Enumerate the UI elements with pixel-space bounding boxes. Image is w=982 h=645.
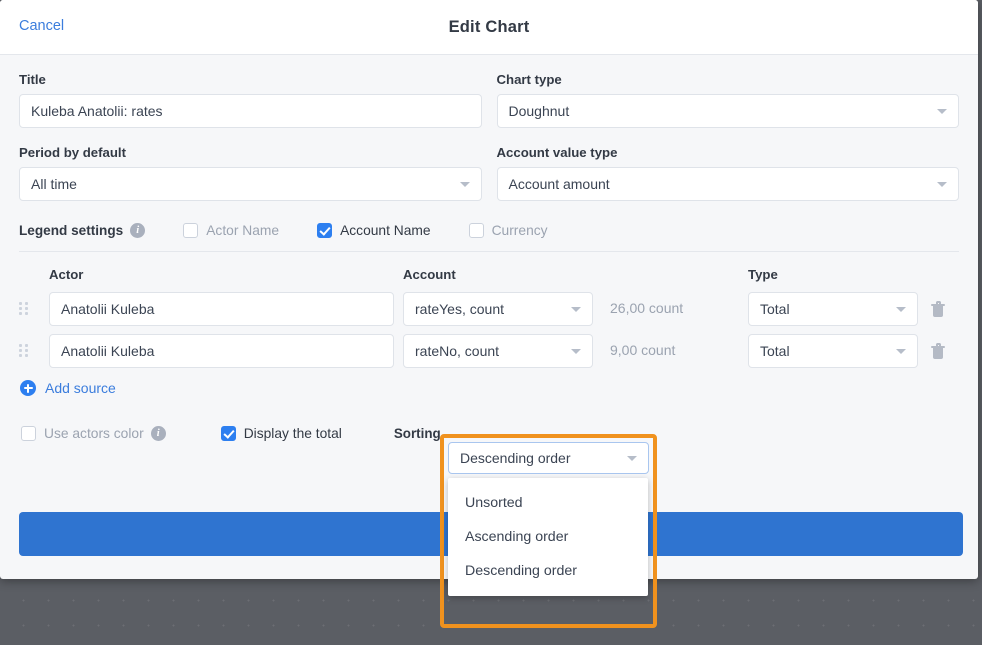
sorting-dropdown-menu: Unsorted Ascending order Descending orde… [448,478,648,596]
checkbox-actor-name[interactable]: Actor Name [183,223,279,238]
table-row: Anatolii Kuleba rateYes, count 26,00 cou… [19,288,959,330]
account-amount-value: 9,00 count [610,342,676,358]
checkbox-label: Account Name [340,223,431,238]
checkbox-label: Actor Name [206,223,280,238]
title-field-group: Title Kuleba Anatolii: rates [19,72,482,128]
dropdown-option-ascending[interactable]: Ascending order [448,520,648,554]
chart-type-select[interactable]: Doughnut [496,94,959,128]
account-value-type-label: Account value type [496,145,618,160]
account-value-type-select[interactable]: Account amount [496,167,959,201]
checkbox-label: Use actors color [44,425,144,441]
delete-row-icon[interactable] [931,343,945,359]
actor-input[interactable]: Anatolii Kuleba [49,334,394,368]
period-field-group: Period by default All time [19,145,482,201]
period-select[interactable]: All time [19,167,482,201]
cancel-button[interactable]: Cancel [19,18,64,34]
chart-type-value: Doughnut [508,103,570,119]
table-header-row: Actor Account Type [19,262,959,288]
sorting-highlight-annotation: Descending order Unsorted Ascending orde… [440,434,657,628]
period-label: Period by default [19,145,126,160]
type-value: Total [760,301,790,317]
chevron-down-icon [459,182,470,187]
legend-settings-row: Legend settings i Actor Name Account Nam… [19,223,959,252]
checkbox-label: Display the total [243,425,342,441]
info-icon[interactable]: i [150,425,166,441]
account-select[interactable]: rateYes, count [403,292,593,326]
type-select[interactable]: Total [748,334,918,368]
page-title: Edit Chart [448,18,530,36]
form-row-1: Title Kuleba Anatolii: rates Chart type … [19,72,959,128]
account-value: rateYes, count [415,301,504,317]
type-select[interactable]: Total [748,292,918,326]
title-input[interactable]: Kuleba Anatolii: rates [19,94,482,128]
account-value-type-value: Account amount [508,176,610,192]
dropdown-option-descending[interactable]: Descending order [448,554,648,588]
column-header-account: Account [403,267,456,282]
info-icon[interactable]: i [130,223,146,238]
checkbox-box [468,223,484,238]
chevron-down-icon [627,456,637,461]
checkbox-box [21,425,36,441]
chevron-down-icon [937,109,947,114]
checkbox-display-total[interactable]: Display the total [220,425,342,441]
checkbox-box [317,223,333,238]
column-header-actor: Actor [49,267,84,282]
form-row-2: Period by default All time Account value… [19,145,959,201]
title-label: Title [19,72,46,87]
chart-type-field-group: Chart type Doughnut [496,72,959,128]
dropdown-option-unsorted[interactable]: Unsorted [448,486,648,520]
add-source-button[interactable]: Add source [20,380,959,396]
sorting-label: Sorting [393,425,441,441]
title-input-value: Kuleba Anatolii: rates [31,103,163,119]
drag-handle-icon[interactable] [19,344,28,358]
chevron-down-icon [896,349,906,354]
sources-table: Actor Account Type Anatolii Kuleba rateY… [19,262,959,372]
account-value: rateNo, count [415,343,500,359]
sorting-selected-value: Descending order [460,450,571,466]
modal-header: Cancel Edit Chart [0,0,978,55]
checkbox-account-name[interactable]: Account Name [317,223,431,238]
column-header-type: Type [748,267,778,282]
period-value: All time [31,176,77,192]
actor-input-value: Anatolii Kuleba [61,301,155,317]
plus-circle-icon [20,380,36,396]
sorting-select[interactable]: Descending order [448,442,649,474]
chart-type-label: Chart type [496,72,562,87]
account-amount-value: 26,00 count [610,300,684,316]
checkbox-label: Currency [491,223,548,238]
checkbox-box [183,223,199,238]
legend-settings-label: Legend settings [19,223,124,238]
actor-input-value: Anatolii Kuleba [61,343,155,359]
table-row: Anatolii Kuleba rateNo, count 9,00 count… [19,330,959,372]
chevron-down-icon [571,307,581,312]
checkbox-box [220,425,236,441]
checkbox-currency[interactable]: Currency [468,223,548,238]
account-value-type-field-group: Account value type Account amount [496,145,959,201]
chevron-down-icon [571,349,581,354]
type-value: Total [760,343,790,359]
delete-row-icon[interactable] [931,301,945,317]
drag-handle-icon[interactable] [19,302,28,316]
add-source-label: Add source [45,380,116,396]
actor-input[interactable]: Anatolii Kuleba [49,292,394,326]
chevron-down-icon [896,307,906,312]
chevron-down-icon [937,182,947,187]
modal-body: Title Kuleba Anatolii: rates Chart type … [0,72,978,450]
account-select[interactable]: rateNo, count [403,334,593,368]
checkbox-use-actors-color[interactable]: Use actors color [21,425,144,441]
edit-chart-modal: Cancel Edit Chart Title Kuleba Anatolii:… [0,0,978,628]
